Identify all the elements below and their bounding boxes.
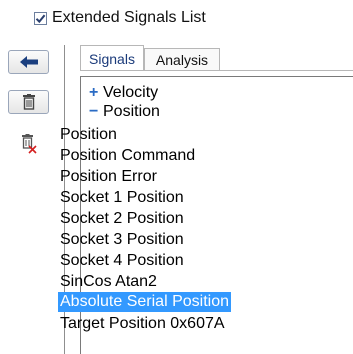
tab-strip: Signals Analysis [66, 45, 353, 71]
tree-item-socket-2-position[interactable]: Socket 2 Position [58, 208, 186, 229]
tree-group-label: Position [103, 103, 160, 120]
extended-signals-row[interactable]: Extended Signals List [34, 7, 206, 29]
tab-analysis[interactable]: Analysis [144, 48, 220, 71]
tree-group-velocity[interactable]: + Velocity [89, 83, 160, 102]
signals-tree: + Velocity − Position [89, 83, 160, 121]
tree-item-position[interactable]: Position [58, 124, 119, 145]
tab-underline [80, 70, 353, 71]
tree-item-target-position[interactable]: Target Position 0x607A [58, 313, 227, 334]
extended-signals-label: Extended Signals List [52, 9, 206, 26]
delete-button[interactable] [8, 90, 49, 114]
tree-item-sincos-atan2[interactable]: SinCos Atan2 [58, 271, 159, 292]
tree-item-position-error[interactable]: Position Error [58, 166, 159, 187]
tree-group-label: Velocity [103, 84, 159, 101]
arrow-left-icon [19, 56, 38, 68]
tree-item-socket-4-position[interactable]: Socket 4 Position [58, 250, 186, 271]
expand-toggle[interactable]: + [89, 83, 103, 102]
tree-item-position-command[interactable]: Position Command [58, 145, 197, 166]
trash-icon [22, 94, 35, 110]
tree-item-socket-3-position[interactable]: Socket 3 Position [58, 229, 186, 250]
extended-signals-checkbox[interactable] [34, 11, 47, 25]
tab-signals[interactable]: Signals [80, 45, 144, 71]
trash-x-icon [21, 134, 37, 154]
tree-item-absolute-serial-position[interactable]: Absolute Serial Position [58, 292, 231, 312]
collapse-toggle[interactable]: − [89, 102, 103, 121]
check-icon [35, 14, 46, 23]
back-button[interactable] [8, 50, 49, 74]
tree-group-position[interactable]: − Position [89, 102, 160, 121]
delete-all-button[interactable] [8, 132, 49, 156]
tree-item-socket-1-position[interactable]: Socket 1 Position [58, 187, 186, 208]
